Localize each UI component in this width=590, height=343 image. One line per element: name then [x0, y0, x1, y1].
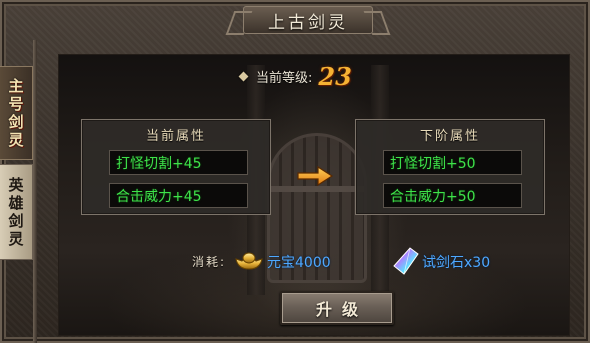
- diamond-icon: [238, 71, 249, 81]
- next-stat-cut: 打怪切割+50: [383, 150, 522, 175]
- sword-stone-gem-icon: [393, 247, 419, 275]
- next-attributes-panel: 下阶属性 打怪切割+50 合击威力+50: [355, 119, 545, 215]
- current-attributes-panel: 当前属性 打怪切割+45 合击威力+45: [81, 119, 271, 215]
- cost-gold-ingot: 元宝4000: [267, 255, 331, 271]
- level-line: 当前等级: 23: [238, 61, 352, 91]
- tab-hero-char-2: 雄: [8, 194, 24, 212]
- tab-main-char-1: 主: [8, 77, 24, 95]
- current-stat-combo: 合击威力+45: [109, 183, 248, 208]
- arrow-right-icon: [297, 165, 334, 187]
- cost-label: 消耗:: [192, 255, 227, 269]
- tab-main-sword-spirit[interactable]: 主 号 剑 灵: [0, 66, 33, 160]
- level-label: 当前等级:: [256, 70, 313, 86]
- next-stat-combo: 合击威力+50: [383, 183, 522, 208]
- gold-ingot-icon: [235, 252, 263, 270]
- window-title: 上古剑灵: [268, 12, 348, 33]
- tab-hero-char-1: 英: [8, 176, 24, 194]
- current-attributes-title: 当前属性: [145, 129, 206, 144]
- title-plate: 上古剑灵: [243, 6, 373, 34]
- level-value: 23: [318, 61, 352, 91]
- tab-hero-char-4: 灵: [8, 230, 24, 248]
- side-rim: [33, 40, 37, 343]
- tab-main-char-2: 号: [8, 95, 24, 113]
- tab-main-char-3: 剑: [8, 113, 24, 131]
- tab-hero-char-3: 剑: [8, 212, 24, 230]
- next-attributes-title: 下阶属性: [419, 129, 480, 144]
- cost-sword-stone: 试剑石x30: [422, 255, 491, 271]
- tab-main-char-4: 灵: [8, 131, 24, 149]
- tab-hero-sword-spirit[interactable]: 英 雄 剑 灵: [0, 164, 33, 260]
- current-stat-cut: 打怪切割+45: [109, 150, 248, 175]
- upgrade-button[interactable]: 升级: [280, 291, 394, 325]
